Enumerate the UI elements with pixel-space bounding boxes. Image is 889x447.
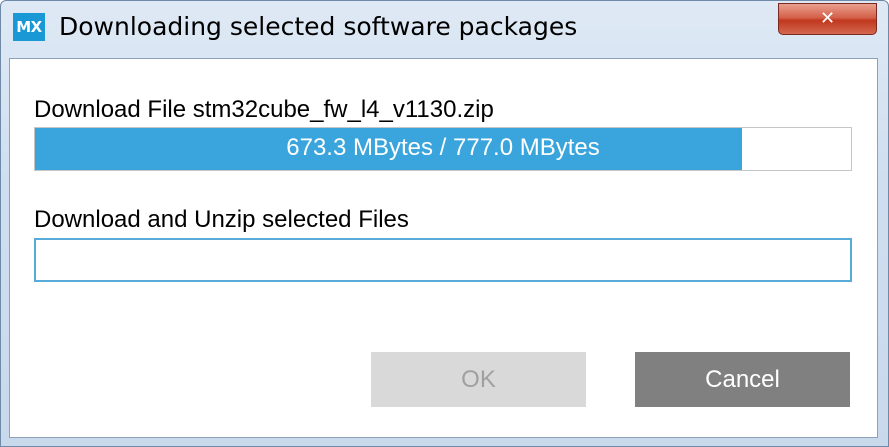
title-bar[interactable]: MX Downloading selected software package… — [1, 1, 888, 57]
ok-button[interactable]: OK — [371, 352, 586, 407]
cancel-button[interactable]: Cancel — [635, 352, 850, 407]
unzip-progress-bar — [34, 238, 852, 282]
download-dialog-window: MX Downloading selected software package… — [0, 0, 889, 447]
dialog-content: Download File stm32cube_fw_l4_v1130.zip … — [9, 58, 878, 438]
download-progress-text: 673.3 MBytes / 777.0 MBytes — [286, 134, 600, 161]
close-button[interactable]: ✕ — [778, 3, 877, 35]
unzip-label: Download and Unzip selected Files — [34, 206, 409, 233]
download-file-label: Download File stm32cube_fw_l4_v1130.zip — [34, 96, 494, 123]
download-progress-bar: 673.3 MBytes / 777.0 MBytes — [34, 127, 852, 171]
window-title: Downloading selected software packages — [59, 12, 578, 41]
close-icon: ✕ — [819, 8, 836, 29]
mx-app-icon: MX — [13, 13, 45, 41]
